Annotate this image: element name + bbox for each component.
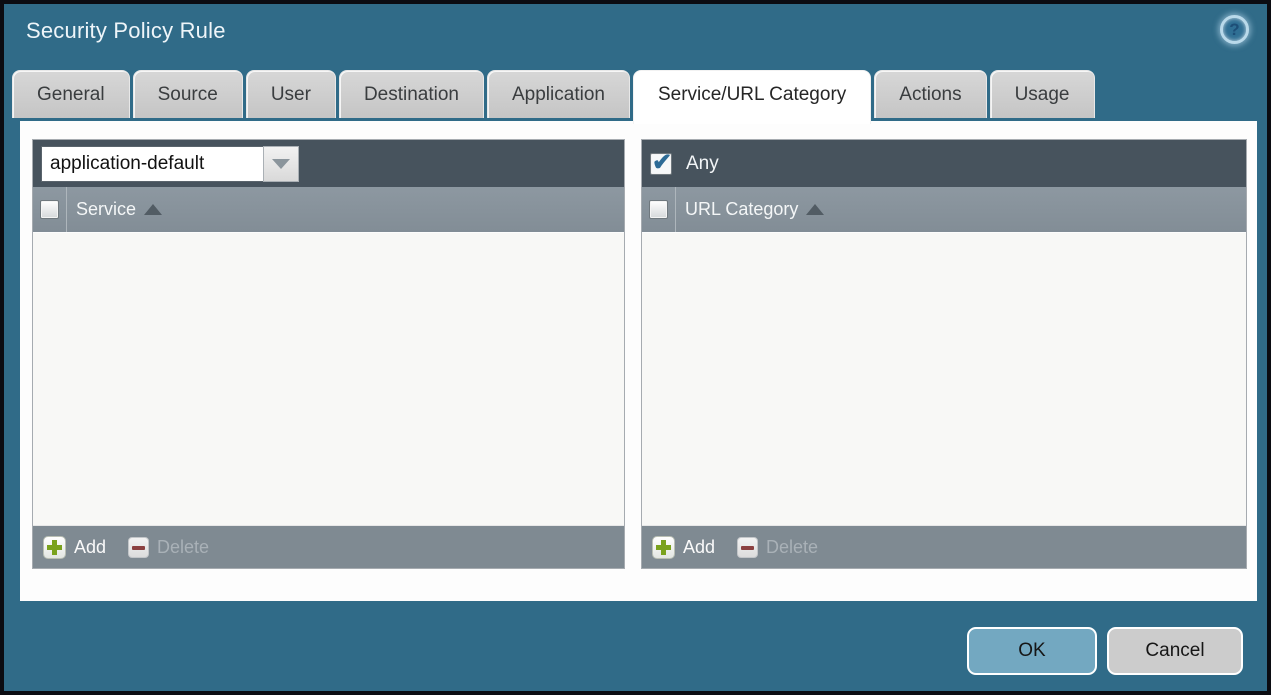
add-icon <box>652 535 675 559</box>
service-list[interactable] <box>33 233 624 525</box>
url-category-toolbar: Any <box>642 140 1246 187</box>
help-icon[interactable]: ? <box>1220 15 1249 44</box>
cancel-button[interactable]: Cancel <box>1107 627 1243 675</box>
url-category-column-header[interactable]: URL Category <box>685 199 825 220</box>
url-category-footer: Add Delete <box>642 525 1246 568</box>
service-delete-button[interactable]: Delete <box>106 536 210 558</box>
service-select-all-checkbox[interactable] <box>40 200 59 219</box>
service-toolbar <box>33 140 624 187</box>
tab-bar: General Source User Destination Applicat… <box>12 70 1095 124</box>
delete-icon <box>737 536 759 558</box>
chevron-down-icon <box>272 158 290 169</box>
url-category-column-header-row: URL Category <box>642 187 1246 233</box>
tab-application[interactable]: Application <box>487 70 630 118</box>
tab-content-area: Service Add Delete Any <box>20 121 1257 601</box>
url-category-select-all-cell <box>642 187 676 232</box>
service-panel: Service Add Delete <box>32 139 625 569</box>
service-type-input[interactable] <box>41 145 263 182</box>
add-icon <box>43 535 66 559</box>
delete-label: Delete <box>766 536 819 557</box>
url-category-panel: Any URL Category Add Delete <box>641 139 1247 569</box>
delete-label: Delete <box>157 536 210 557</box>
url-category-delete-button[interactable]: Delete <box>715 536 819 558</box>
tab-general[interactable]: General <box>12 70 130 118</box>
service-footer: Add Delete <box>33 525 624 568</box>
tab-service-url-category[interactable]: Service/URL Category <box>632 70 872 124</box>
dialog-title: Security Policy Rule <box>26 18 226 43</box>
tab-source[interactable]: Source <box>132 70 243 118</box>
service-select-all-cell <box>33 187 67 232</box>
service-type-dropdown-button[interactable] <box>263 145 299 182</box>
tab-actions[interactable]: Actions <box>874 70 987 118</box>
any-label: Any <box>686 152 719 174</box>
service-column-header-row: Service <box>33 187 624 233</box>
delete-icon <box>128 536 150 558</box>
tab-usage[interactable]: Usage <box>989 70 1095 118</box>
url-category-column-label: URL Category <box>685 199 799 219</box>
tab-destination[interactable]: Destination <box>338 70 484 118</box>
add-label: Add <box>683 536 716 557</box>
service-add-button[interactable]: Add <box>43 535 107 559</box>
service-column-label: Service <box>76 199 137 219</box>
service-type-dropdown[interactable] <box>41 145 299 182</box>
tab-user[interactable]: User <box>245 70 336 118</box>
sort-ascending-icon <box>144 204 163 215</box>
security-policy-rule-dialog: Security Policy Rule ? General Source Us… <box>0 0 1271 695</box>
any-checkbox[interactable] <box>650 148 672 177</box>
ok-button[interactable]: OK <box>967 627 1097 675</box>
sort-ascending-icon <box>806 204 825 215</box>
url-category-add-button[interactable]: Add <box>652 535 716 559</box>
url-category-list[interactable] <box>642 233 1246 525</box>
url-category-select-all-checkbox[interactable] <box>649 200 668 219</box>
service-column-header[interactable]: Service <box>76 199 163 220</box>
add-label: Add <box>74 536 107 557</box>
